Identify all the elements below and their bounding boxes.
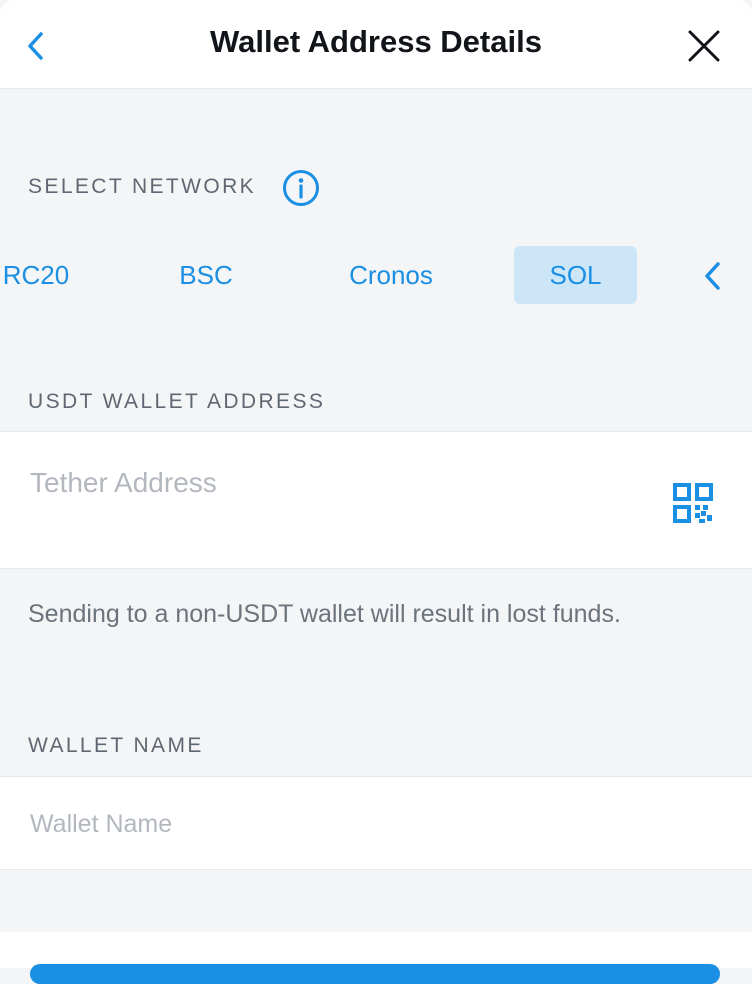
chevron-left-icon[interactable] [700, 260, 726, 292]
page-title: Wallet Address Details [210, 24, 542, 59]
close-icon[interactable] [686, 28, 722, 64]
wallet-name-input[interactable] [28, 805, 712, 843]
network-tabs: RC20 BSC Cronos SOL [0, 246, 752, 304]
info-icon[interactable] [282, 169, 320, 207]
tab-bsc[interactable]: BSC [156, 246, 256, 304]
tab-rc20[interactable]: RC20 [0, 246, 86, 304]
tether-address-input[interactable] [28, 462, 632, 504]
address-field-container [0, 431, 752, 569]
submit-button[interactable] [30, 964, 720, 984]
footer-area [0, 932, 752, 968]
tab-cronos[interactable]: Cronos [330, 246, 452, 304]
wallet-name-label: WALLET NAME [28, 734, 204, 757]
usdt-address-label: USDT WALLET ADDRESS [28, 390, 326, 413]
header-bar: Wallet Address Details [0, 0, 752, 89]
wallet-name-field-container [0, 776, 752, 870]
address-warning-note: Sending to a non-USDT wallet will result… [28, 600, 621, 628]
qr-code-icon[interactable] [672, 482, 714, 524]
tab-sol[interactable]: SOL [514, 246, 637, 304]
select-network-label: SELECT NETWORK [28, 175, 257, 198]
